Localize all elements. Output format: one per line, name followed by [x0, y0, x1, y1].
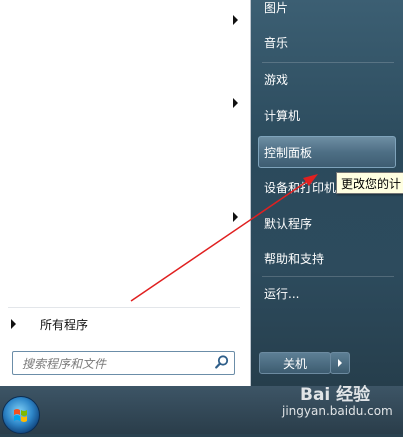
shutdown-button[interactable]: 关机 [259, 352, 331, 374]
expand-arrow-icon [11, 319, 16, 329]
menu-item-pictures[interactable]: 图片 [264, 0, 288, 16]
search-icon[interactable] [214, 354, 230, 370]
tooltip-text: 更改您的计 [341, 177, 402, 191]
search-input[interactable]: 搜索程序和文件 [12, 351, 235, 375]
windows-logo-icon [14, 409, 27, 422]
start-menu-programs-pane: 所有程序 搜索程序和文件 [0, 0, 251, 386]
program-item-2[interactable] [0, 86, 250, 122]
chevron-right-icon [338, 359, 342, 367]
submenu-arrow-icon[interactable] [233, 212, 238, 222]
separator [262, 276, 394, 277]
menu-item-computer[interactable]: 计算机 [264, 107, 300, 124]
search-placeholder: 搜索程序和文件 [22, 357, 107, 371]
watermark-url: jingyan.baidu.com [282, 404, 393, 418]
separator [8, 307, 240, 308]
tooltip: 更改您的计 [336, 172, 403, 194]
menu-item-run[interactable]: 运行... [264, 285, 299, 302]
all-programs-label: 所有程序 [40, 318, 89, 332]
watermark-brand: Bai 经验 [300, 385, 371, 405]
menu-item-games[interactable]: 游戏 [264, 71, 288, 88]
menu-item-devices-printers[interactable]: 设备和打印机 [264, 179, 336, 196]
submenu-arrow-icon[interactable] [233, 15, 238, 25]
menu-item-help-support[interactable]: 帮助和支持 [264, 250, 324, 267]
separator [262, 62, 394, 63]
submenu-arrow-icon[interactable] [233, 98, 238, 108]
all-programs-button[interactable]: 所有程序 [0, 313, 250, 335]
menu-item-default-programs[interactable]: 默认程序 [264, 215, 312, 232]
start-orb-button[interactable] [2, 396, 40, 434]
menu-item-music[interactable]: 音乐 [264, 34, 288, 51]
menu-item-control-panel[interactable]: 控制面板 [264, 144, 312, 161]
watermark: Bai 经验 jingyan.baidu.com [282, 380, 400, 426]
program-item-1[interactable] [0, 3, 250, 39]
shutdown-options-button[interactable] [330, 352, 350, 374]
shutdown-label: 关机 [282, 357, 307, 371]
program-item-3[interactable] [0, 200, 250, 236]
